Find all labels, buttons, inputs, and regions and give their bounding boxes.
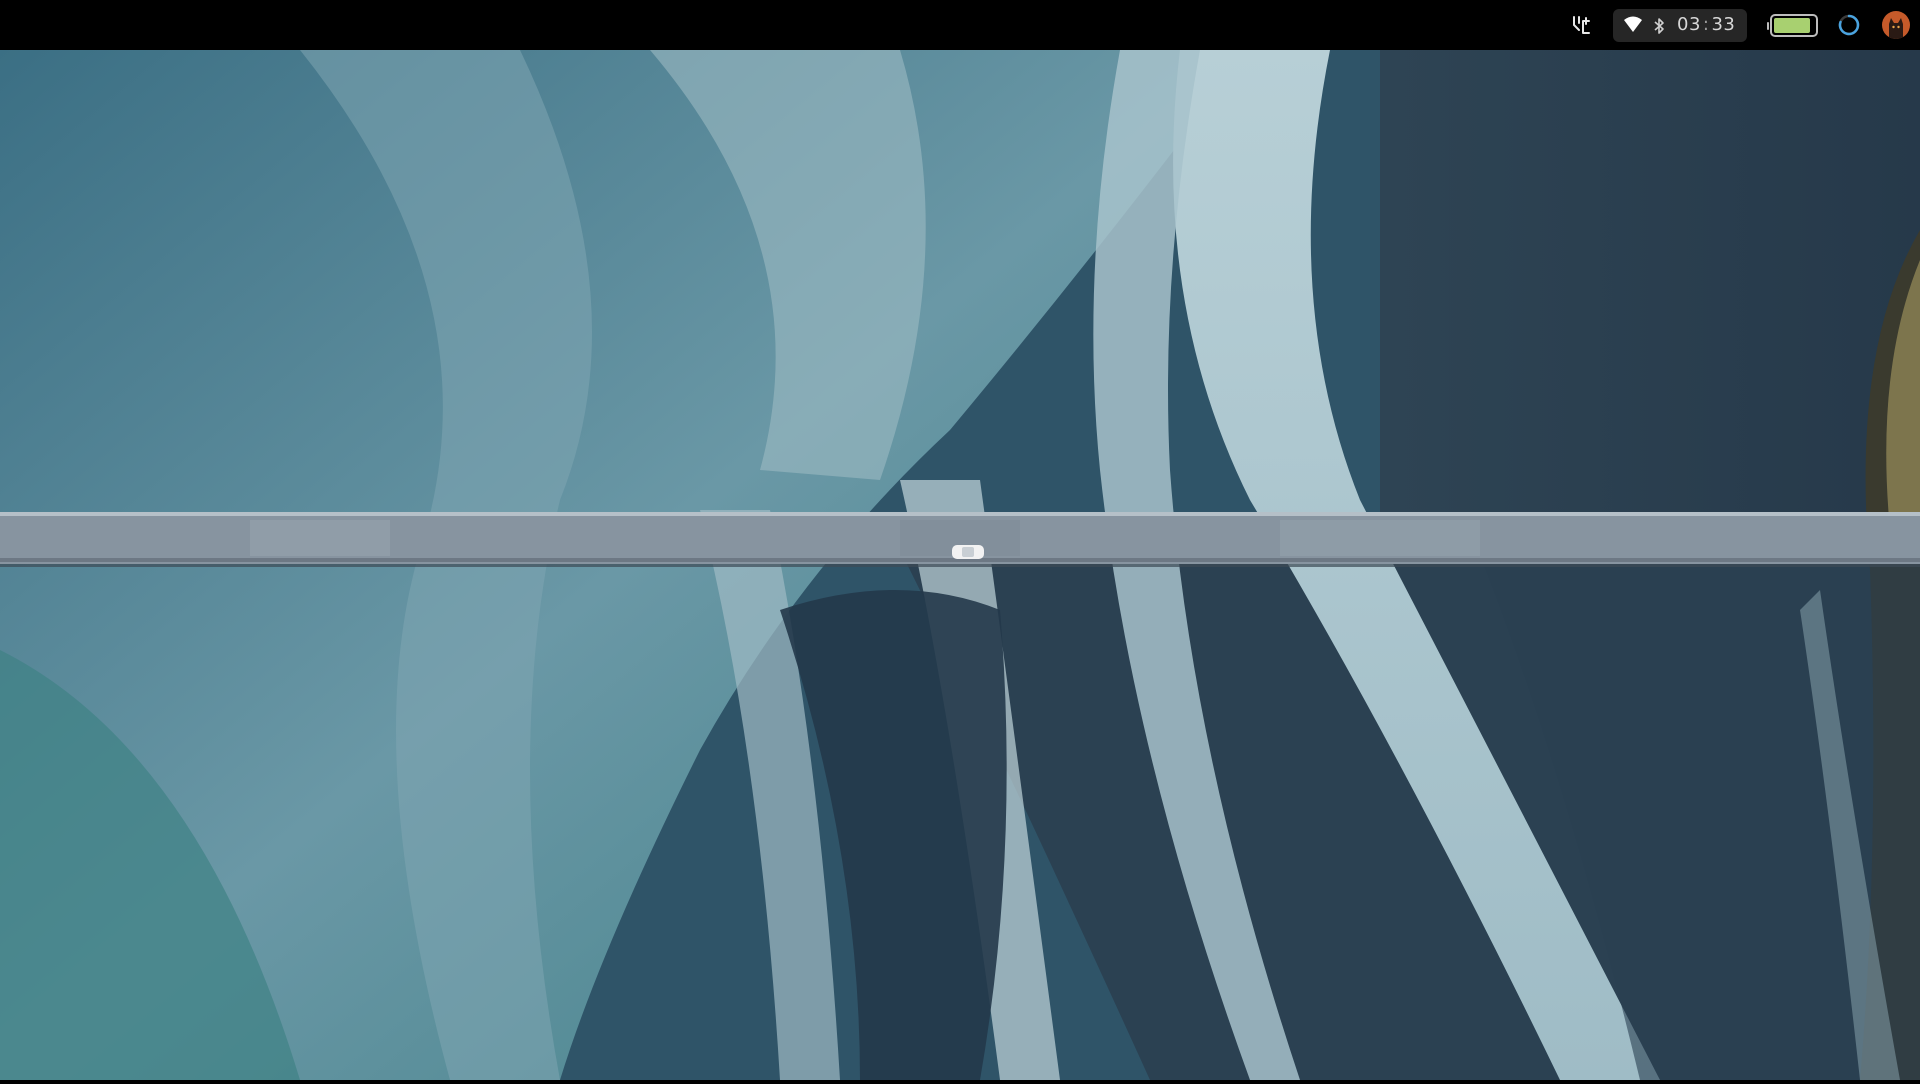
clock-minutes: 33 [1711, 14, 1736, 35]
desktop-wallpaper [0, 50, 1920, 1080]
sync-spinner-icon[interactable] [1837, 0, 1861, 50]
status-menu-button[interactable]: 03:33 [1613, 9, 1747, 42]
wifi-icon [1623, 16, 1643, 38]
battery-fill [1774, 18, 1810, 33]
app-indicator-icon[interactable] [1568, 0, 1594, 50]
clock: 03:33 [1677, 15, 1735, 35]
bluetooth-icon [1653, 17, 1665, 39]
battery-icon[interactable] [1766, 0, 1818, 50]
top-bar: 03:33 [0, 0, 1920, 50]
avatar-icon[interactable] [1880, 0, 1912, 50]
clock-separator: : [1702, 14, 1710, 35]
clock-hours: 03 [1677, 14, 1701, 35]
